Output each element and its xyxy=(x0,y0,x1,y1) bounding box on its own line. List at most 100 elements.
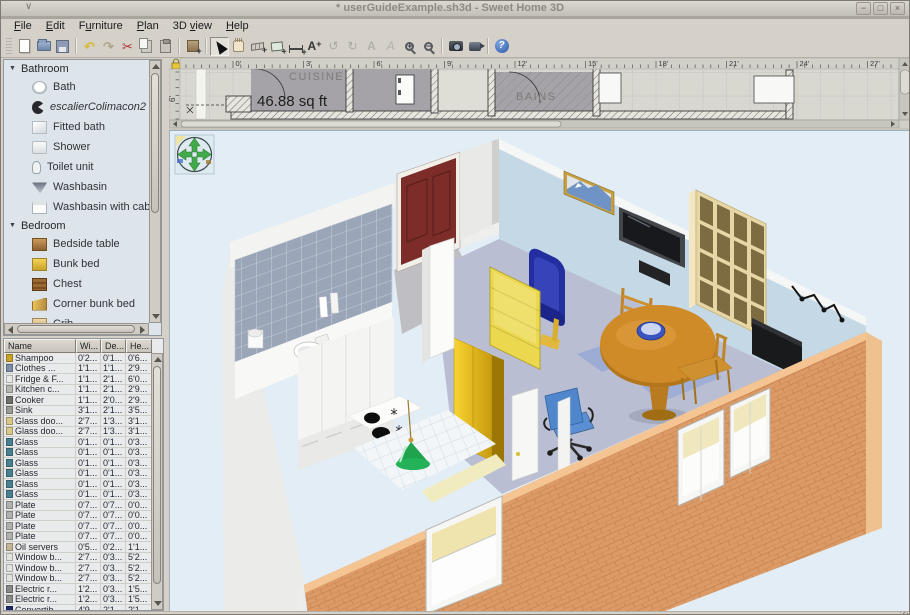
table-row[interactable]: Glass0'1...0'1...0'3... xyxy=(4,437,152,448)
menu-plan[interactable]: Plan xyxy=(130,19,166,34)
catalog-item-fitted-bath[interactable]: Fitted bath xyxy=(4,117,149,137)
table-row[interactable]: Fridge & F...1'1...2'1...6'0... xyxy=(4,374,152,385)
create-video-button[interactable] xyxy=(465,37,484,56)
rotate-ccw-button[interactable]: ↺ xyxy=(324,37,343,56)
cell-width: 1'1... xyxy=(76,385,101,395)
plan-hscrollbar[interactable] xyxy=(169,120,899,128)
catalog-hscrollbar[interactable] xyxy=(4,323,149,335)
redo-button[interactable]: ↷ xyxy=(99,37,118,56)
save-button[interactable] xyxy=(53,37,72,56)
scroll-down-icon[interactable] xyxy=(154,601,162,606)
toolbar-grip[interactable] xyxy=(6,38,12,54)
chevron-down-icon[interactable]: ▼ xyxy=(9,222,16,229)
undo-button[interactable]: ↶ xyxy=(80,37,99,56)
menu-furniture[interactable]: Furniture xyxy=(72,19,130,34)
maximize-button[interactable]: □ xyxy=(873,2,888,15)
zoom-out-button[interactable]: − xyxy=(419,37,438,56)
table-row[interactable]: Clothes ...1'1...1'1...2'9... xyxy=(4,364,152,375)
plan-room[interactable] xyxy=(431,71,488,113)
close-button[interactable]: × xyxy=(890,2,905,15)
catalog-item-escaliercolimacon2[interactable]: escalierColimacon2 xyxy=(4,97,149,117)
scroll-down-icon[interactable] xyxy=(152,314,160,319)
copy-button[interactable] xyxy=(137,37,156,56)
create-dimensions-button[interactable] xyxy=(286,37,305,56)
catalog-vscroll-thumb[interactable] xyxy=(151,73,159,213)
table-row[interactable]: Kitchen c...1'1...2'1...2'9... xyxy=(4,385,152,396)
column-header-de[interactable]: De... xyxy=(101,339,126,353)
table-row[interactable]: Glass0'1...0'1...0'3... xyxy=(4,458,152,469)
catalog-item-washbasin-with-cabine[interactable]: Washbasin with cabine xyxy=(4,197,149,217)
catalog-item-toilet-unit[interactable]: Toilet unit xyxy=(4,157,149,177)
catalog-hscroll-thumb[interactable] xyxy=(17,325,135,333)
table-vscroll-thumb[interactable] xyxy=(153,366,161,584)
column-header-name[interactable]: Name xyxy=(4,339,76,353)
catalog-item-chest[interactable]: Chest xyxy=(4,274,149,294)
cell-depth: 0'2... xyxy=(101,542,126,552)
create-walls-button[interactable] xyxy=(248,37,267,56)
table-row[interactable]: Glass0'1...0'1...0'3... xyxy=(4,479,152,490)
catalog-item-bunk-bed[interactable]: Bunk bed xyxy=(4,254,149,274)
catalog-item-bedside-table[interactable]: Bedside table xyxy=(4,234,149,254)
scroll-up-icon[interactable] xyxy=(154,357,162,362)
catalog-item-shower[interactable]: Shower xyxy=(4,137,149,157)
cell-name: Sink xyxy=(15,406,33,416)
scroll-up-icon[interactable] xyxy=(152,64,160,69)
column-header-he[interactable]: He... xyxy=(126,339,152,353)
table-row[interactable]: Plate0'7...0'7...0'0... xyxy=(4,521,152,532)
menu-edit[interactable]: Edit xyxy=(39,19,72,34)
table-row[interactable]: Window b...2'7...0'3...5'2... xyxy=(4,574,152,585)
table-row[interactable]: Glass0'1...0'1...0'3... xyxy=(4,469,152,480)
table-row[interactable]: Window b...2'7...0'3...5'2... xyxy=(4,563,152,574)
scroll-right-icon[interactable] xyxy=(140,326,145,334)
plan-canvas[interactable]: CUISINE 46.88 sq ft BAINS xyxy=(180,63,898,120)
open-button[interactable] xyxy=(34,37,53,56)
add-furniture-button[interactable] xyxy=(183,37,202,56)
table-row[interactable]: Shampoo0'2...0'1...0'6... xyxy=(4,353,152,364)
catalog-category-bedroom[interactable]: ▼ Bedroom xyxy=(4,217,149,234)
navigation-compass[interactable] xyxy=(175,135,214,174)
table-row[interactable]: Cooker1'1...2'0...2'9... xyxy=(4,395,152,406)
select-tool-button[interactable] xyxy=(210,37,229,56)
bold-button[interactable]: A xyxy=(362,37,381,56)
create-photo-button[interactable] xyxy=(446,37,465,56)
create-rooms-button[interactable] xyxy=(267,37,286,56)
minimize-button[interactable]: − xyxy=(856,2,871,15)
column-header-wi[interactable]: Wi... xyxy=(76,339,101,353)
window-shade-icon[interactable]: ∨ xyxy=(25,1,32,12)
catalog-item-washbasin[interactable]: Washbasin xyxy=(4,177,149,197)
catalog-item-bath[interactable]: Bath xyxy=(4,77,149,97)
category-label: Bedroom xyxy=(21,220,66,232)
chevron-down-icon[interactable]: ▼ xyxy=(9,65,16,72)
menu-help[interactable]: Help xyxy=(219,19,256,34)
cut-button[interactable]: ✂ xyxy=(118,37,137,56)
catalog-category-bathroom[interactable]: ▼Bathroom xyxy=(4,60,149,77)
zoom-in-button[interactable]: + xyxy=(400,37,419,56)
table-row[interactable]: Window b...2'7...0'3...5'2... xyxy=(4,553,152,564)
table-row[interactable]: Sink3'1...2'1...3'5... xyxy=(4,406,152,417)
table-row[interactable]: Plate0'7...0'7...0'0... xyxy=(4,500,152,511)
new-home-button[interactable] xyxy=(15,37,34,56)
table-vscrollbar[interactable] xyxy=(151,353,163,610)
italic-button[interactable]: A xyxy=(381,37,400,56)
table-row[interactable]: Plate0'7...0'7...0'0... xyxy=(4,511,152,522)
table-row[interactable]: Glass doo...2'7...1'3...3'1... xyxy=(4,427,152,438)
help-button[interactable]: ? xyxy=(492,37,511,56)
paste-button[interactable] xyxy=(156,37,175,56)
catalog-vscrollbar[interactable] xyxy=(149,60,161,323)
table-row[interactable]: Glass0'1...0'1...0'3... xyxy=(4,448,152,459)
table-row[interactable]: Glass doo...2'7...1'3...3'1... xyxy=(4,416,152,427)
scroll-left-icon[interactable] xyxy=(8,326,13,334)
menu-3d-view[interactable]: 3D view xyxy=(166,19,219,34)
catalog-item-corner-bunk-bed[interactable]: Corner bunk bed xyxy=(4,294,149,314)
table-row[interactable]: Plate0'7...0'7...0'0... xyxy=(4,532,152,543)
add-text-button[interactable]: A+ xyxy=(305,37,324,56)
titlebar[interactable]: ∨ * userGuideExample.sh3d - Sweet Home 3… xyxy=(1,1,909,17)
table-row[interactable]: Electric r...1'2...0'3...1'5... xyxy=(4,595,152,606)
table-row[interactable]: Electric r...1'2...0'3...1'5... xyxy=(4,584,152,595)
plan-vscrollbar[interactable] xyxy=(899,58,910,120)
table-row[interactable]: Glass0'1...0'1...0'3... xyxy=(4,490,152,501)
rotate-cw-button[interactable]: ↻ xyxy=(343,37,362,56)
pan-tool-button[interactable] xyxy=(229,37,248,56)
menu-file[interactable]: File xyxy=(7,19,39,34)
table-row[interactable]: Oil servers0'5...0'2...1'1... xyxy=(4,542,152,553)
